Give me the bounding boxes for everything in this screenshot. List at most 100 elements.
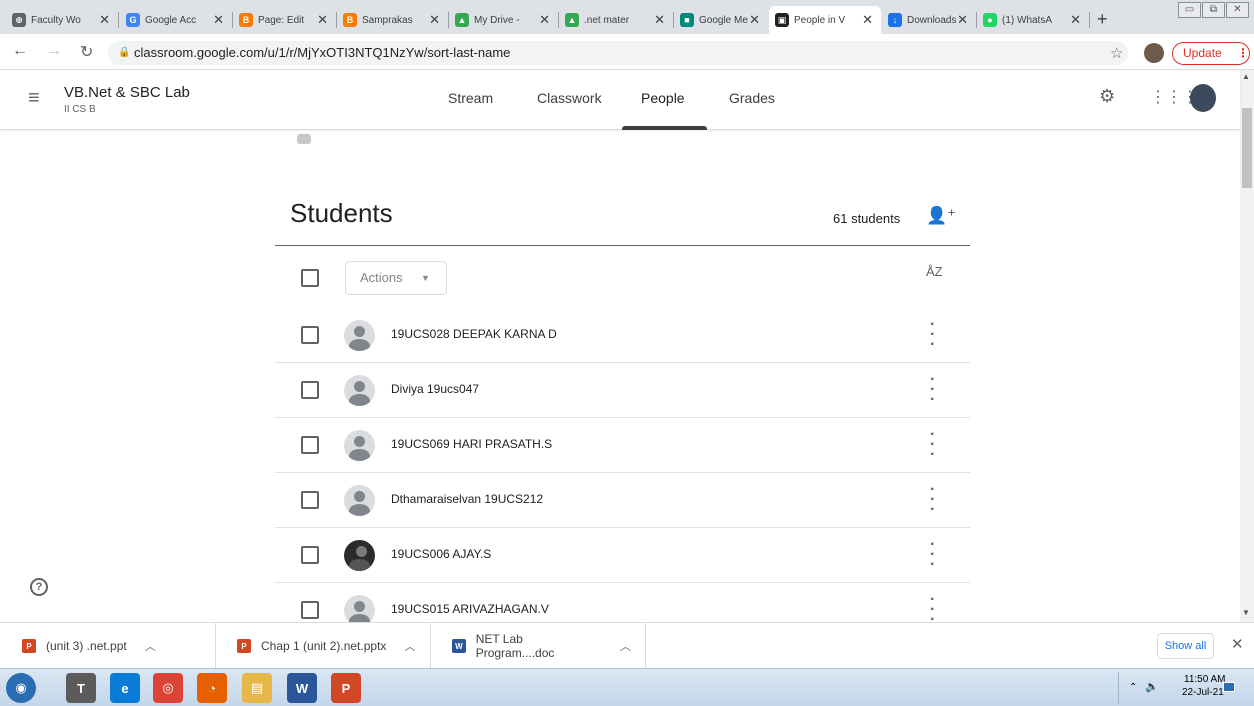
more-options-icon[interactable]: · · · bbox=[930, 427, 935, 463]
tab-classwork[interactable]: Classwork bbox=[537, 90, 602, 106]
explorer-icon[interactable]: ▤ bbox=[242, 673, 272, 703]
select-all-checkbox[interactable] bbox=[301, 269, 319, 287]
close-tab-icon[interactable]: ✕ bbox=[957, 12, 968, 28]
chevron-up-icon[interactable]: ︿ bbox=[404, 638, 415, 654]
student-row[interactable]: 19UCS028 DEEPAK KARNA D · · · bbox=[275, 308, 970, 363]
clock-time[interactable]: 11:50 AM bbox=[1184, 674, 1226, 685]
more-options-icon[interactable]: · · · bbox=[930, 372, 935, 408]
student-row[interactable]: 19UCS006 AJAY.S · · · bbox=[275, 528, 970, 583]
help-icon[interactable]: ? bbox=[30, 578, 48, 596]
actions-dropdown[interactable]: Actions ▼ bbox=[345, 261, 447, 295]
tab-title: Google Acc bbox=[145, 14, 197, 26]
browser-tab[interactable]: G Google Acc ✕ bbox=[120, 6, 232, 34]
minimize-button[interactable]: ▭ bbox=[1178, 2, 1201, 18]
show-all-downloads-button[interactable]: Show all bbox=[1157, 633, 1214, 659]
browser-tab[interactable]: ▲ My Drive - ✕ bbox=[449, 6, 558, 34]
invite-student-icon[interactable]: 👤⁺ bbox=[926, 206, 956, 226]
scrollbar-thumb[interactable] bbox=[1242, 108, 1252, 188]
students-count: 61 students bbox=[833, 211, 901, 226]
browser-tab[interactable]: ▲ .net mater ✕ bbox=[559, 6, 673, 34]
students-heading: Students bbox=[290, 198, 393, 228]
close-window-button[interactable]: ✕ bbox=[1226, 2, 1249, 18]
scroll-up-arrow-icon[interactable]: ▲ bbox=[1242, 72, 1250, 81]
forward-icon[interactable]: → bbox=[46, 42, 62, 60]
close-tab-icon[interactable]: ✕ bbox=[862, 12, 873, 28]
account-avatar[interactable] bbox=[1190, 84, 1216, 112]
tab-stream[interactable]: Stream bbox=[448, 90, 493, 106]
student-checkbox[interactable] bbox=[301, 601, 319, 619]
student-row[interactable]: Dthamaraiselvan 19UCS212 · · · bbox=[275, 473, 970, 528]
firefox-icon[interactable]: ◔ bbox=[197, 673, 227, 703]
student-checkbox[interactable] bbox=[301, 326, 319, 344]
student-checkbox[interactable] bbox=[301, 436, 319, 454]
student-row[interactable]: 19UCS069 HARI PRASATH.S · · · bbox=[275, 418, 970, 473]
update-button[interactable]: Update ⋮ bbox=[1172, 42, 1250, 65]
browser-tab[interactable]: ▣ People in V ✕ bbox=[769, 6, 881, 34]
new-tab-button[interactable]: + bbox=[1097, 9, 1108, 30]
chrome-icon[interactable]: ◎ bbox=[153, 673, 183, 703]
show-desktop-icon[interactable] bbox=[1223, 682, 1235, 692]
browser-tab[interactable]: B Page: Edit ✕ bbox=[233, 6, 336, 34]
close-tab-icon[interactable]: ✕ bbox=[539, 12, 550, 28]
reload-icon[interactable]: ↻ bbox=[80, 42, 93, 62]
download-item[interactable]: P Chap 1 (unit 2).net.pptx ︿ bbox=[225, 623, 431, 669]
close-tab-icon[interactable]: ✕ bbox=[654, 12, 665, 28]
scroll-down-arrow-icon[interactable]: ▼ bbox=[1242, 608, 1250, 617]
clock-date[interactable]: 22-Jul-21 bbox=[1182, 687, 1224, 698]
close-tab-icon[interactable]: ✕ bbox=[429, 12, 440, 28]
student-checkbox[interactable] bbox=[301, 381, 319, 399]
student-checkbox[interactable] bbox=[301, 491, 319, 509]
close-tab-icon[interactable]: ✕ bbox=[99, 12, 110, 28]
page-scrollbar[interactable]: ▲ ▼ bbox=[1240, 70, 1254, 622]
student-name: 19UCS069 HARI PRASATH.S bbox=[391, 437, 553, 451]
hamburger-menu-icon[interactable]: ≡ bbox=[28, 87, 40, 110]
download-item[interactable]: W NET Lab Program....doc ︿ bbox=[440, 623, 646, 669]
more-options-icon[interactable]: · · · bbox=[930, 317, 935, 353]
url-input[interactable]: 🔒 classroom.google.com/u/1/r/MjYxOTI3NTQ… bbox=[108, 41, 1128, 65]
tally-erp-icon[interactable]: T bbox=[66, 673, 96, 703]
student-row[interactable]: Diviya 19ucs047 · · · bbox=[275, 363, 970, 418]
download-item[interactable]: P (unit 3) .net.ppt ︿ bbox=[10, 623, 216, 669]
browser-tab[interactable]: B Samprakas ✕ bbox=[337, 6, 448, 34]
tab-favicon-icon: B bbox=[343, 13, 357, 27]
word-icon[interactable]: W bbox=[287, 673, 317, 703]
volume-icon[interactable]: 🔈 bbox=[1145, 680, 1159, 693]
close-tab-icon[interactable]: ✕ bbox=[1070, 12, 1081, 28]
kebab-menu-icon: ⋮ bbox=[1237, 46, 1249, 60]
tray-arrow-icon[interactable]: ⌃ bbox=[1129, 682, 1137, 693]
student-checkbox[interactable] bbox=[301, 546, 319, 564]
close-tab-icon[interactable]: ✕ bbox=[213, 12, 224, 28]
tab-favicon-icon: ● bbox=[983, 13, 997, 27]
profile-avatar[interactable] bbox=[1144, 43, 1164, 63]
browser-tab-strip: ⊕ Faculty Wo ✕ G Google Acc ✕ B Page: Edit ✕ B Sam… bbox=[0, 0, 1254, 34]
back-icon[interactable]: ← bbox=[12, 42, 28, 60]
chevron-up-icon[interactable]: ︿ bbox=[620, 638, 631, 654]
start-orb-icon[interactable]: ◉ bbox=[6, 673, 36, 703]
settings-gear-icon[interactable]: ⚙ bbox=[1099, 86, 1115, 107]
tab-grades[interactable]: Grades bbox=[729, 90, 775, 106]
student-row[interactable]: 19UCS015 ARIVAZHAGAN.V · · · bbox=[275, 583, 970, 622]
chevron-up-icon[interactable]: ︿ bbox=[145, 638, 156, 654]
tab-favicon-icon: ↓ bbox=[888, 13, 902, 27]
close-tab-icon[interactable]: ✕ bbox=[749, 12, 760, 28]
bookmark-star-icon[interactable]: ☆ bbox=[1110, 44, 1123, 62]
maximize-button[interactable]: ⧉ bbox=[1202, 2, 1225, 18]
more-options-icon[interactable]: · · · bbox=[930, 592, 935, 623]
close-shelf-icon[interactable]: ✕ bbox=[1231, 635, 1244, 653]
class-title[interactable]: VB.Net & SBC Lab bbox=[64, 84, 190, 101]
edge-icon[interactable]: e bbox=[110, 673, 140, 703]
browser-tab[interactable]: ⊕ Faculty Wo ✕ bbox=[6, 6, 118, 34]
more-options-icon[interactable]: · · · bbox=[930, 482, 935, 518]
close-tab-icon[interactable]: ✕ bbox=[317, 12, 328, 28]
tab-people[interactable]: People bbox=[641, 90, 685, 106]
browser-tab[interactable]: ■ Google Me ✕ bbox=[674, 6, 768, 34]
powerpoint-icon[interactable]: P bbox=[331, 673, 361, 703]
browser-tab[interactable]: ↓ Downloads ✕ bbox=[882, 6, 976, 34]
browser-tab[interactable]: ● (1) WhatsA ✕ bbox=[977, 6, 1089, 34]
tab-title: Samprakas bbox=[362, 14, 413, 26]
sort-az-icon[interactable]: ÅZ bbox=[926, 264, 943, 279]
file-type-icon: P bbox=[22, 639, 36, 653]
dropdown-caret-icon: ▼ bbox=[421, 273, 430, 283]
download-filename: Chap 1 (unit 2).net.pptx bbox=[261, 639, 387, 653]
more-options-icon[interactable]: · · · bbox=[930, 537, 935, 573]
